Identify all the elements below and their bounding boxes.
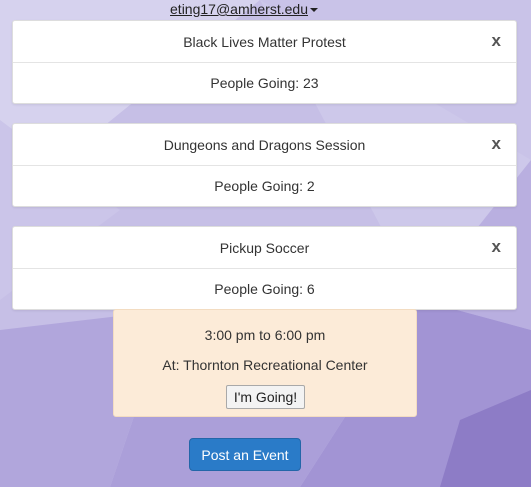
event-card-body: People Going: 6 [13, 269, 516, 309]
event-detail-panel: 3:00 pm to 6:00 pm At: Thornton Recreati… [113, 309, 417, 417]
event-card-3[interactable]: Pickup Soccer x People Going: 6 [12, 226, 517, 310]
people-going: People Going: 6 [214, 281, 315, 297]
close-icon[interactable]: x [492, 134, 501, 154]
caret-down-icon[interactable] [309, 8, 318, 13]
event-title: Dungeons and Dragons Session [163, 136, 366, 153]
event-location: At: Thornton Recreational Center [162, 357, 368, 373]
event-title: Black Lives Matter Protest [183, 33, 346, 50]
event-card-header[interactable]: Dungeons and Dragons Session x [13, 124, 516, 166]
account-email[interactable]: eting17@amherst.edu [170, 1, 308, 17]
event-card-body: People Going: 2 [13, 166, 516, 206]
post-event-button[interactable]: Post an Event [189, 438, 301, 471]
account-menu[interactable]: eting17@amherst.edu [0, 1, 488, 17]
event-card-1[interactable]: Black Lives Matter Protest x People Goin… [12, 20, 517, 104]
event-card-2[interactable]: Dungeons and Dragons Session x People Go… [12, 123, 517, 207]
event-card-body: People Going: 23 [13, 63, 516, 103]
close-icon[interactable]: x [492, 237, 501, 257]
event-title: Pickup Soccer [219, 239, 310, 256]
im-going-button[interactable]: I'm Going! [226, 385, 305, 409]
people-going: People Going: 2 [214, 178, 315, 194]
event-card-header[interactable]: Black Lives Matter Protest x [13, 21, 516, 63]
event-card-header[interactable]: Pickup Soccer x [13, 227, 516, 269]
close-icon[interactable]: x [492, 31, 501, 51]
event-time: 3:00 pm to 6:00 pm [204, 327, 326, 343]
people-going: People Going: 23 [210, 75, 319, 91]
